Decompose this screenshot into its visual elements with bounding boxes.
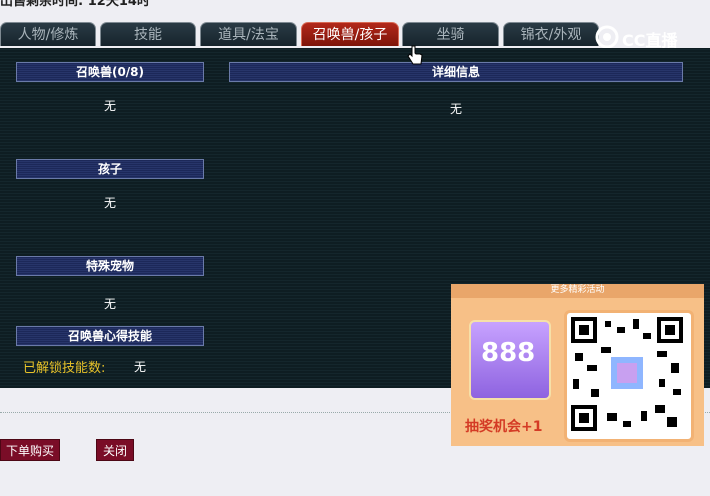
child-value: 无: [103, 196, 116, 210]
close-button[interactable]: 关闭: [96, 439, 134, 461]
unlocked-skills-label: 已解锁技能数:: [23, 361, 106, 376]
tab-items[interactable]: 道具/法宝: [200, 22, 297, 46]
summon-header: 召唤兽(0/8): [16, 62, 204, 82]
unlocked-skills-value: 无: [133, 360, 146, 374]
qr-code-icon: [571, 317, 683, 431]
child-header: 孩子: [16, 159, 204, 179]
buy-button[interactable]: 下单购买: [0, 439, 60, 461]
ad-card: 888: [469, 320, 551, 400]
cc-logo-icon: [595, 25, 619, 49]
tab-skills[interactable]: 技能: [100, 22, 196, 46]
special-pet-value: 无: [103, 297, 116, 311]
detail-header: 详细信息: [229, 62, 683, 82]
tab-mount[interactable]: 坐骑: [402, 22, 499, 46]
cc-live-logo: CC直播: [594, 24, 694, 50]
ad-header: 更多精彩活动: [451, 284, 704, 298]
ad-caption: 抽奖机会+1: [465, 419, 543, 435]
sale-remaining-time: 出售剩余时间: 12天14时: [0, 0, 150, 9]
tab-outfit[interactable]: 锦衣/外观: [503, 22, 599, 46]
mouse-cursor-icon: [407, 45, 423, 65]
tab-summon[interactable]: 召唤兽/孩子: [301, 22, 399, 46]
promo-ad[interactable]: 更多精彩活动 888 抽奖机会+1: [451, 284, 704, 446]
ad-card-number: 888: [481, 338, 536, 368]
skills-header: 召唤兽心得技能: [16, 326, 204, 346]
summon-value: 无: [103, 99, 116, 113]
tab-character[interactable]: 人物/修炼: [0, 22, 96, 46]
qr-code: [564, 310, 694, 442]
special-pet-header: 特殊宠物: [16, 256, 204, 276]
detail-value: 无: [449, 102, 462, 116]
